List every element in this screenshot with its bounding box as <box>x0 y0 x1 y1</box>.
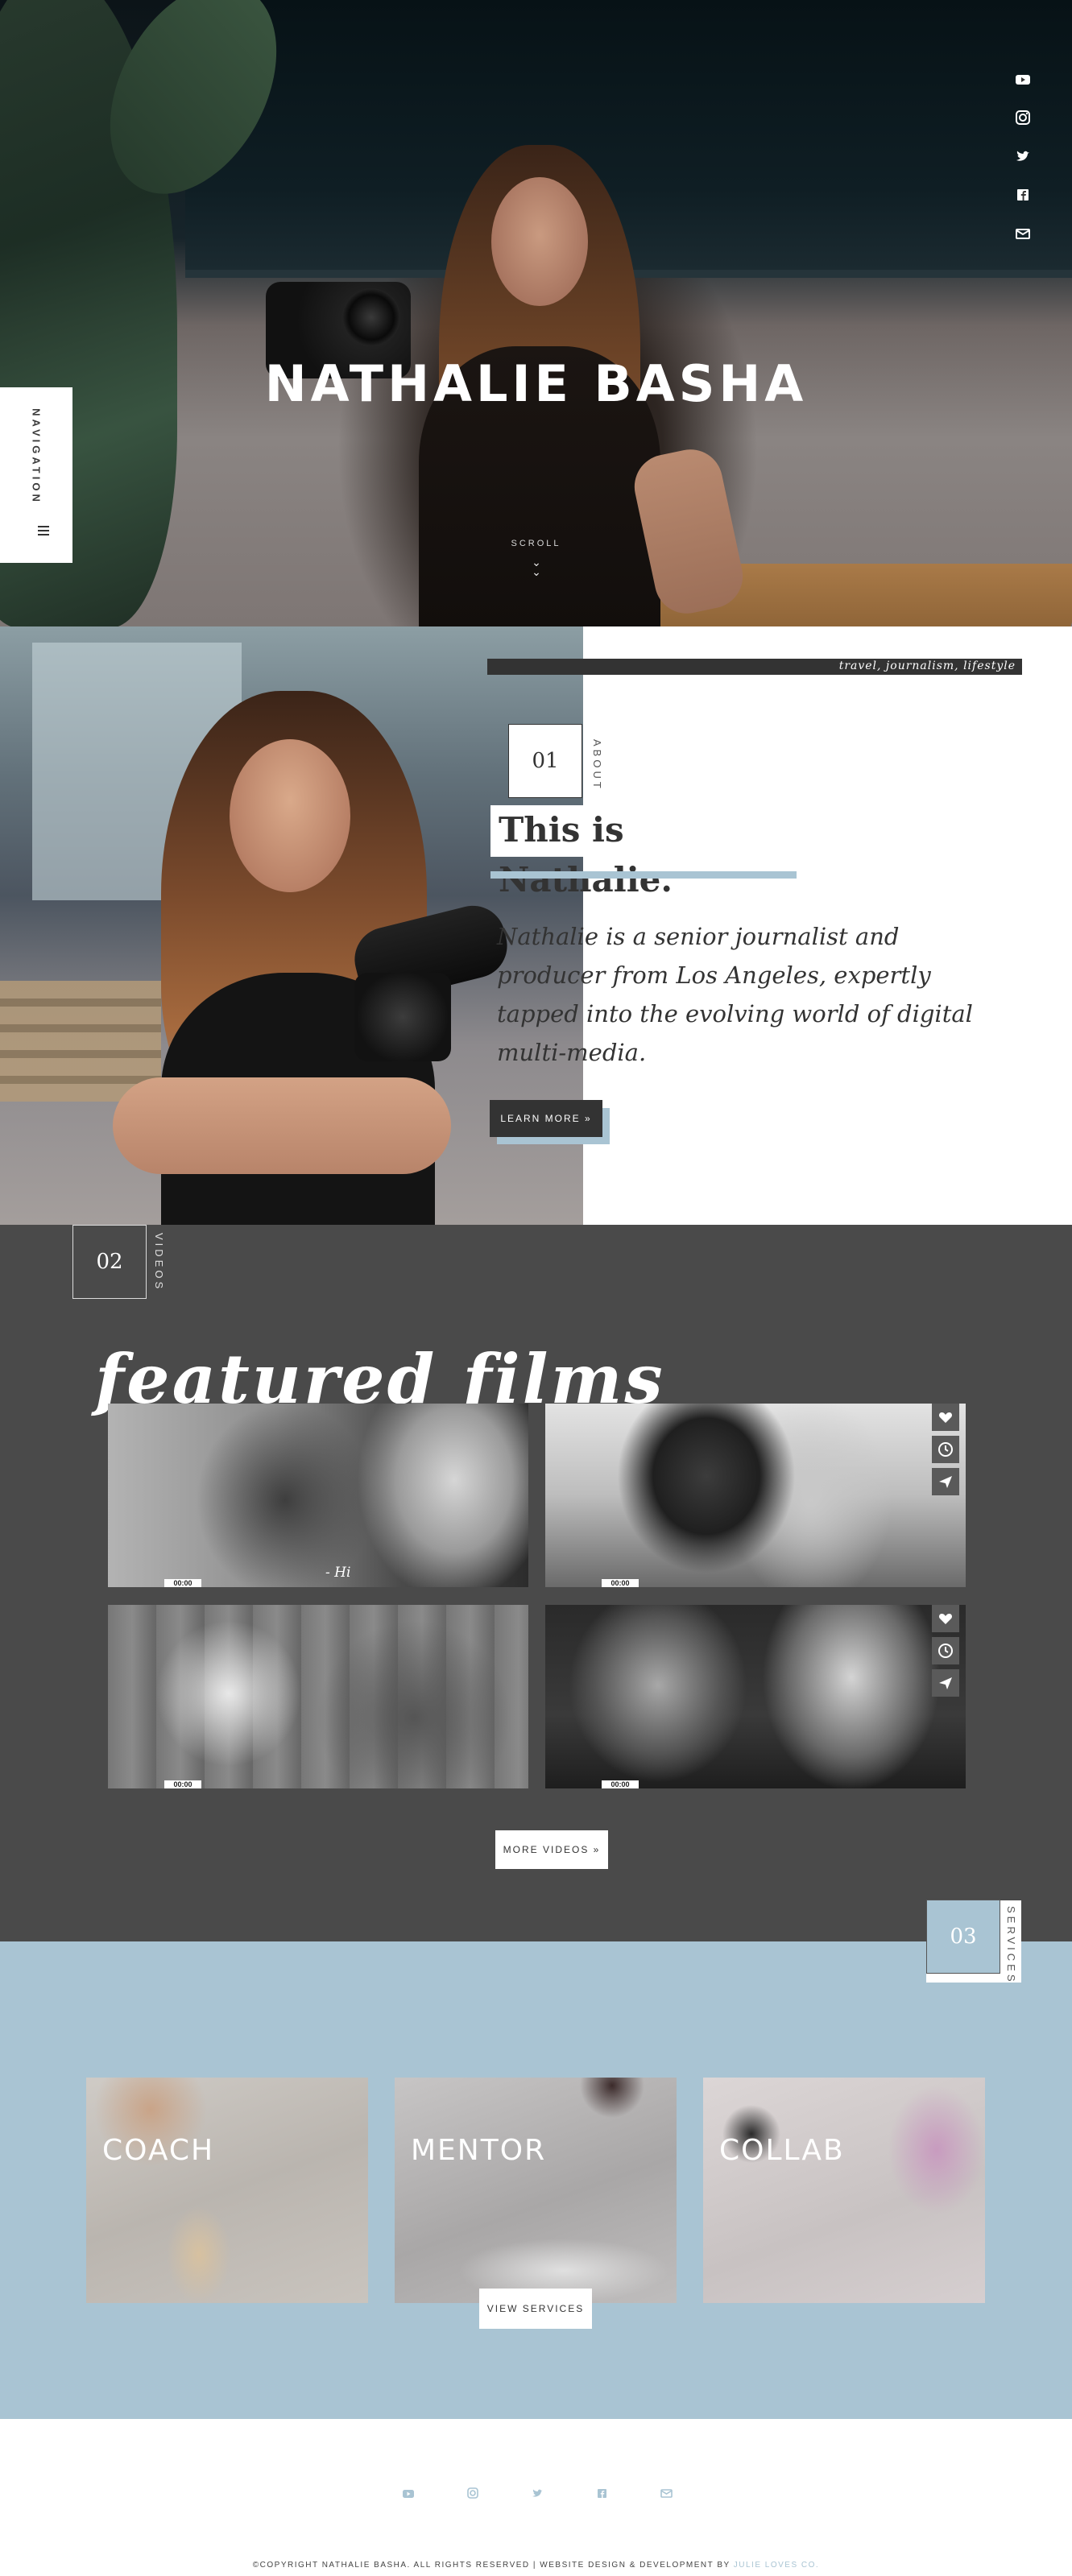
clock-icon[interactable] <box>932 1637 959 1664</box>
service-card-collab[interactable]: COLLAB <box>703 2078 985 2303</box>
tagline-bar: travel, journalism, lifestyle <box>487 659 1022 675</box>
about-description: Nathalie is a senior journalist and prod… <box>497 923 973 1066</box>
service-card-label: COLLAB <box>719 2134 845 2167</box>
hero-title: NATHALIE BASHA <box>264 354 808 413</box>
email-icon[interactable] <box>656 2483 676 2503</box>
video-card[interactable]: 00:00 <box>108 1605 528 1788</box>
tagline: travel, journalism, lifestyle <box>838 660 1016 672</box>
footer-social-links <box>399 2483 673 2503</box>
facebook-icon[interactable] <box>1013 185 1033 205</box>
service-card-label: COACH <box>102 2134 215 2167</box>
learn-more-button[interactable]: LEARN MORE » <box>490 1100 602 1137</box>
youtube-icon[interactable] <box>399 2483 418 2503</box>
hero-portrait-face <box>491 177 588 306</box>
hero-section: NATHALIE BASHA SCROLL ⌄ ⌄ NAVIGATION <box>0 0 1072 626</box>
video-actions <box>932 1605 959 1701</box>
video-caption: - Hi <box>325 1565 351 1581</box>
clock-icon[interactable] <box>932 1436 959 1463</box>
video-duration: 00:00 <box>602 1780 639 1788</box>
video-card[interactable]: 00:00 <box>545 1404 966 1587</box>
view-services-button[interactable]: VIEW SERVICES <box>479 2289 592 2329</box>
video-card[interactable]: 00:00 <box>545 1605 966 1788</box>
navigation-label: NAVIGATION <box>30 408 43 505</box>
twitter-icon[interactable] <box>528 2483 547 2503</box>
hero-background-window <box>185 0 1072 278</box>
heart-icon[interactable] <box>932 1605 959 1632</box>
instagram-icon[interactable] <box>1013 108 1033 127</box>
youtube-icon[interactable] <box>1013 69 1033 89</box>
section-number-services: 03 <box>926 1900 1000 1974</box>
share-icon[interactable] <box>932 1669 959 1697</box>
copyright-notice: ©COPYRIGHT NATHALIE BASHA. ALL RIGHTS RE… <box>252 2561 731 2570</box>
video-duration: 00:00 <box>164 1780 201 1788</box>
section-label-services: SERVICES <box>1005 1906 1017 1985</box>
footer: ©COPYRIGHT NATHALIE BASHA. ALL RIGHTS RE… <box>0 2419 1072 2576</box>
heart-icon[interactable] <box>932 1404 959 1431</box>
email-icon[interactable] <box>1013 224 1033 243</box>
designer-link[interactable]: JULIE LOVES CO. <box>734 2561 819 2570</box>
twitter-icon[interactable] <box>1013 147 1033 166</box>
video-actions <box>932 1404 959 1500</box>
facebook-icon[interactable] <box>592 2483 611 2503</box>
hamburger-icon[interactable] <box>38 526 49 535</box>
about-heading: This is Nathalie. <box>490 805 748 899</box>
section-label-videos: VIDEOS <box>153 1233 165 1292</box>
navigation-toggle[interactable]: NAVIGATION <box>0 387 72 563</box>
hero-social-links <box>1013 69 1033 263</box>
service-card-coach[interactable]: COACH <box>86 2078 368 2303</box>
section-number-videos: 02 <box>72 1225 147 1299</box>
instagram-icon[interactable] <box>463 2483 482 2503</box>
scroll-label[interactable]: SCROLL <box>0 539 1072 548</box>
section-label-about: ABOUT <box>591 739 603 792</box>
double-chevron-down-icon[interactable]: ⌄ ⌄ <box>528 556 545 577</box>
video-card[interactable]: - Hi 00:00 <box>108 1404 528 1587</box>
service-card-label: MENTOR <box>411 2134 547 2167</box>
section-number-about: 01 <box>508 724 582 798</box>
video-duration: 00:00 <box>164 1579 201 1587</box>
heading-underline <box>490 871 797 879</box>
share-icon[interactable] <box>932 1468 959 1495</box>
more-videos-button[interactable]: MORE VIDEOS » <box>495 1830 608 1869</box>
copyright-text: ©COPYRIGHT NATHALIE BASHA. ALL RIGHTS RE… <box>0 2561 1072 2570</box>
service-card-mentor[interactable]: MENTOR <box>395 2078 677 2303</box>
video-duration: 00:00 <box>602 1579 639 1587</box>
